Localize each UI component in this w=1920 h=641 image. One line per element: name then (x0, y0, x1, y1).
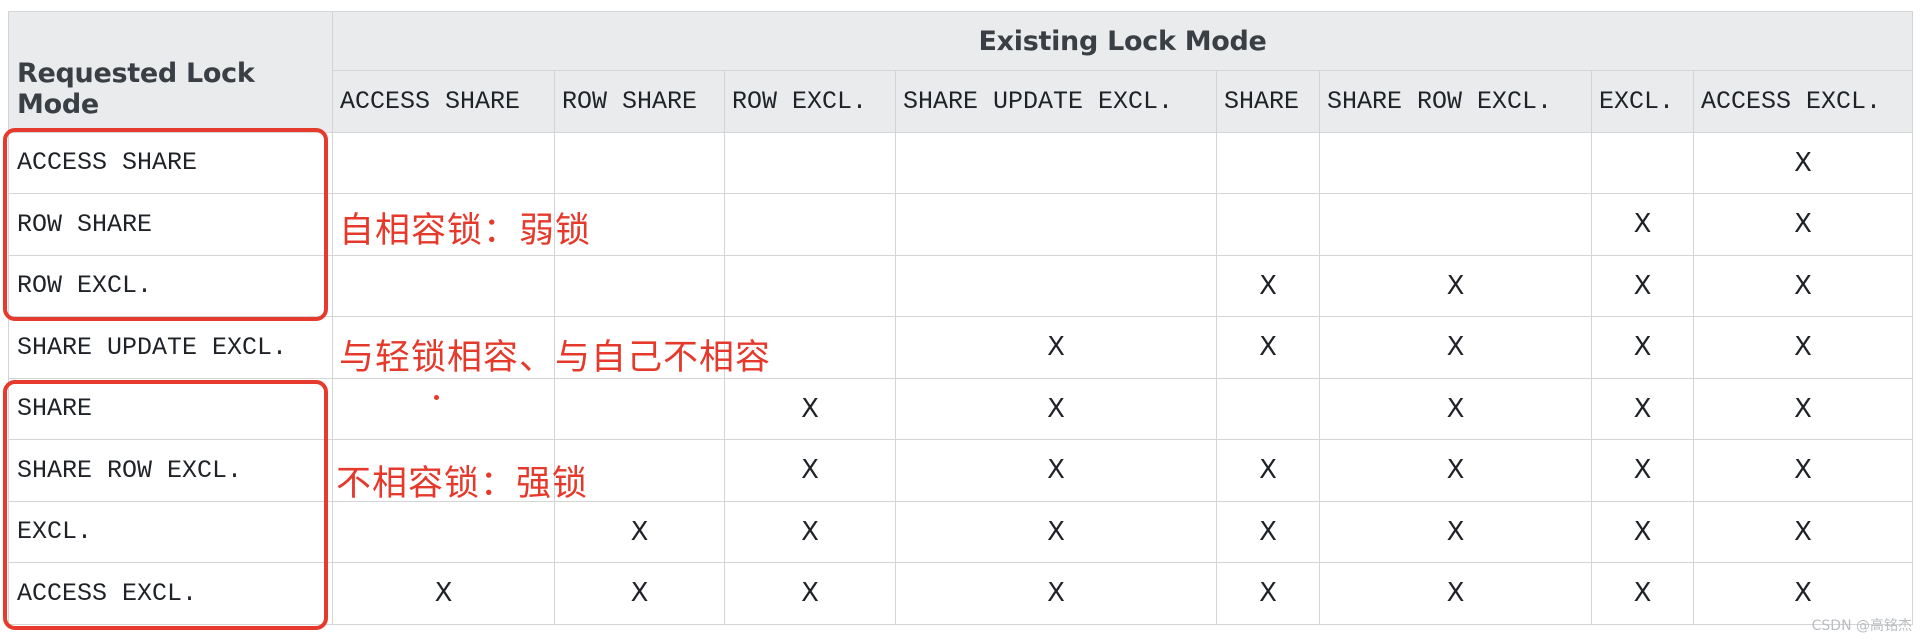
conflict-cell: X (1216, 439, 1320, 502)
conflict-cell: X (1319, 316, 1592, 379)
conflict-cell: X (895, 439, 1217, 502)
conflict-cell: X (1591, 439, 1694, 502)
conflict-cell: X (1319, 500, 1592, 563)
table-body: ACCESS SHARE X ROW SHARE X X ROW EXCL. X X X X SHA… (8, 131, 1914, 625)
conflict-cell (724, 131, 896, 194)
table-row: ACCESS SHARE X (8, 131, 1914, 194)
conflict-cell (895, 254, 1217, 317)
row-header: SHARE (8, 377, 333, 440)
conflict-cell (724, 254, 896, 317)
table-row: EXCL. X X X X X X X (8, 500, 1914, 563)
conflict-cell: X (1319, 254, 1592, 317)
conflict-cell: X (724, 377, 896, 440)
weak-lock-annotation: 自相容锁：弱锁 (339, 211, 592, 251)
row-header: SHARE ROW EXCL. (8, 439, 333, 502)
conflict-cell: X (1216, 316, 1320, 379)
conflict-cell: X (1591, 562, 1694, 625)
row-header: ACCESS SHARE (8, 131, 333, 194)
conflict-cell: X (1591, 500, 1694, 563)
conflict-cell (895, 131, 1217, 194)
conflict-cell: X (1692, 377, 1914, 440)
conflict-cell (1216, 193, 1320, 256)
table-row: SHARE ROW EXCL. X X X X X X (8, 439, 1914, 502)
conflict-cell: X (724, 439, 896, 502)
conflict-cell: X (554, 562, 725, 625)
conflict-cell: X (895, 500, 1217, 563)
conflict-cell: X (1319, 377, 1592, 440)
row-header: EXCL. (8, 500, 333, 563)
conflict-cell: X (332, 562, 555, 625)
conflict-cell (1319, 193, 1592, 256)
conflict-cell: X (1692, 254, 1914, 317)
conflict-cell: X (1216, 500, 1320, 563)
conflict-cell (332, 500, 555, 563)
conflict-cell: X (1591, 377, 1694, 440)
table-row: ROW EXCL. X X X X (8, 254, 1914, 317)
conflict-cell (1216, 131, 1320, 194)
conflict-cell (554, 131, 725, 194)
conflict-cell: X (1216, 562, 1320, 625)
table-row: SHARE UPDATE EXCL. X X X X X (8, 316, 1914, 379)
conflict-cell: X (1591, 316, 1694, 379)
conflict-cell (1319, 131, 1592, 194)
conflict-cell (554, 377, 725, 440)
requested-lock-mode-header: Requested Lock Mode (8, 11, 333, 133)
conflict-cell (1216, 377, 1320, 440)
conflict-cell (554, 254, 725, 317)
table-row: SHARE X X X X X (8, 377, 1914, 440)
conflict-cell (895, 193, 1217, 256)
row-header: ROW SHARE (8, 193, 333, 256)
conflict-cell (332, 254, 555, 317)
table-row: ROW SHARE X X (8, 193, 1914, 256)
conflict-cell (1591, 131, 1694, 194)
conflict-cell: X (1591, 193, 1694, 256)
conflict-cell: X (724, 500, 896, 563)
conflict-cell: X (895, 562, 1217, 625)
conflict-cell: X (1216, 254, 1320, 317)
conflict-cell: X (1591, 254, 1694, 317)
csdn-watermark: CSDN @高铭杰 (1811, 618, 1912, 634)
row-header: ACCESS EXCL. (8, 562, 333, 625)
conflict-cell: X (1692, 193, 1914, 256)
strong-lock-annotation: 不相容锁：强锁 (336, 464, 589, 504)
conflict-cell (332, 131, 555, 194)
conflict-cell: X (1692, 500, 1914, 563)
column-header: SHARE ROW EXCL. (1319, 70, 1592, 133)
column-header: ROW EXCL. (724, 70, 896, 133)
column-header: SHARE (1216, 70, 1320, 133)
conflict-cell (332, 377, 555, 440)
column-header: ROW SHARE (554, 70, 725, 133)
lock-compatibility-table: Requested Lock Mode Existing Lock Mode A… (8, 11, 1914, 625)
conflict-cell: X (895, 316, 1217, 379)
column-header: ACCESS EXCL. (1692, 70, 1914, 133)
column-header: EXCL. (1591, 70, 1694, 133)
conflict-cell (724, 193, 896, 256)
row-header: SHARE UPDATE EXCL. (8, 316, 333, 379)
column-header: ACCESS SHARE (332, 70, 555, 133)
conflict-cell: X (1692, 131, 1914, 194)
row-header: ROW EXCL. (8, 254, 333, 317)
annotation-dot (434, 395, 439, 400)
conflict-cell: X (724, 562, 896, 625)
table-row: ACCESS EXCL. X X X X X X X X (8, 562, 1914, 625)
conflict-cell: X (554, 500, 725, 563)
conflict-cell: X (1319, 439, 1592, 502)
conflict-cell: X (1319, 562, 1592, 625)
middle-lock-annotation: 与轻锁相容、与自己不相容 (339, 338, 772, 378)
conflict-cell: X (895, 377, 1217, 440)
conflict-cell: X (1692, 316, 1914, 379)
conflict-cell: X (1692, 439, 1914, 502)
column-header: SHARE UPDATE EXCL. (895, 70, 1217, 133)
existing-lock-mode-header: Existing Lock Mode (331, 11, 1914, 71)
